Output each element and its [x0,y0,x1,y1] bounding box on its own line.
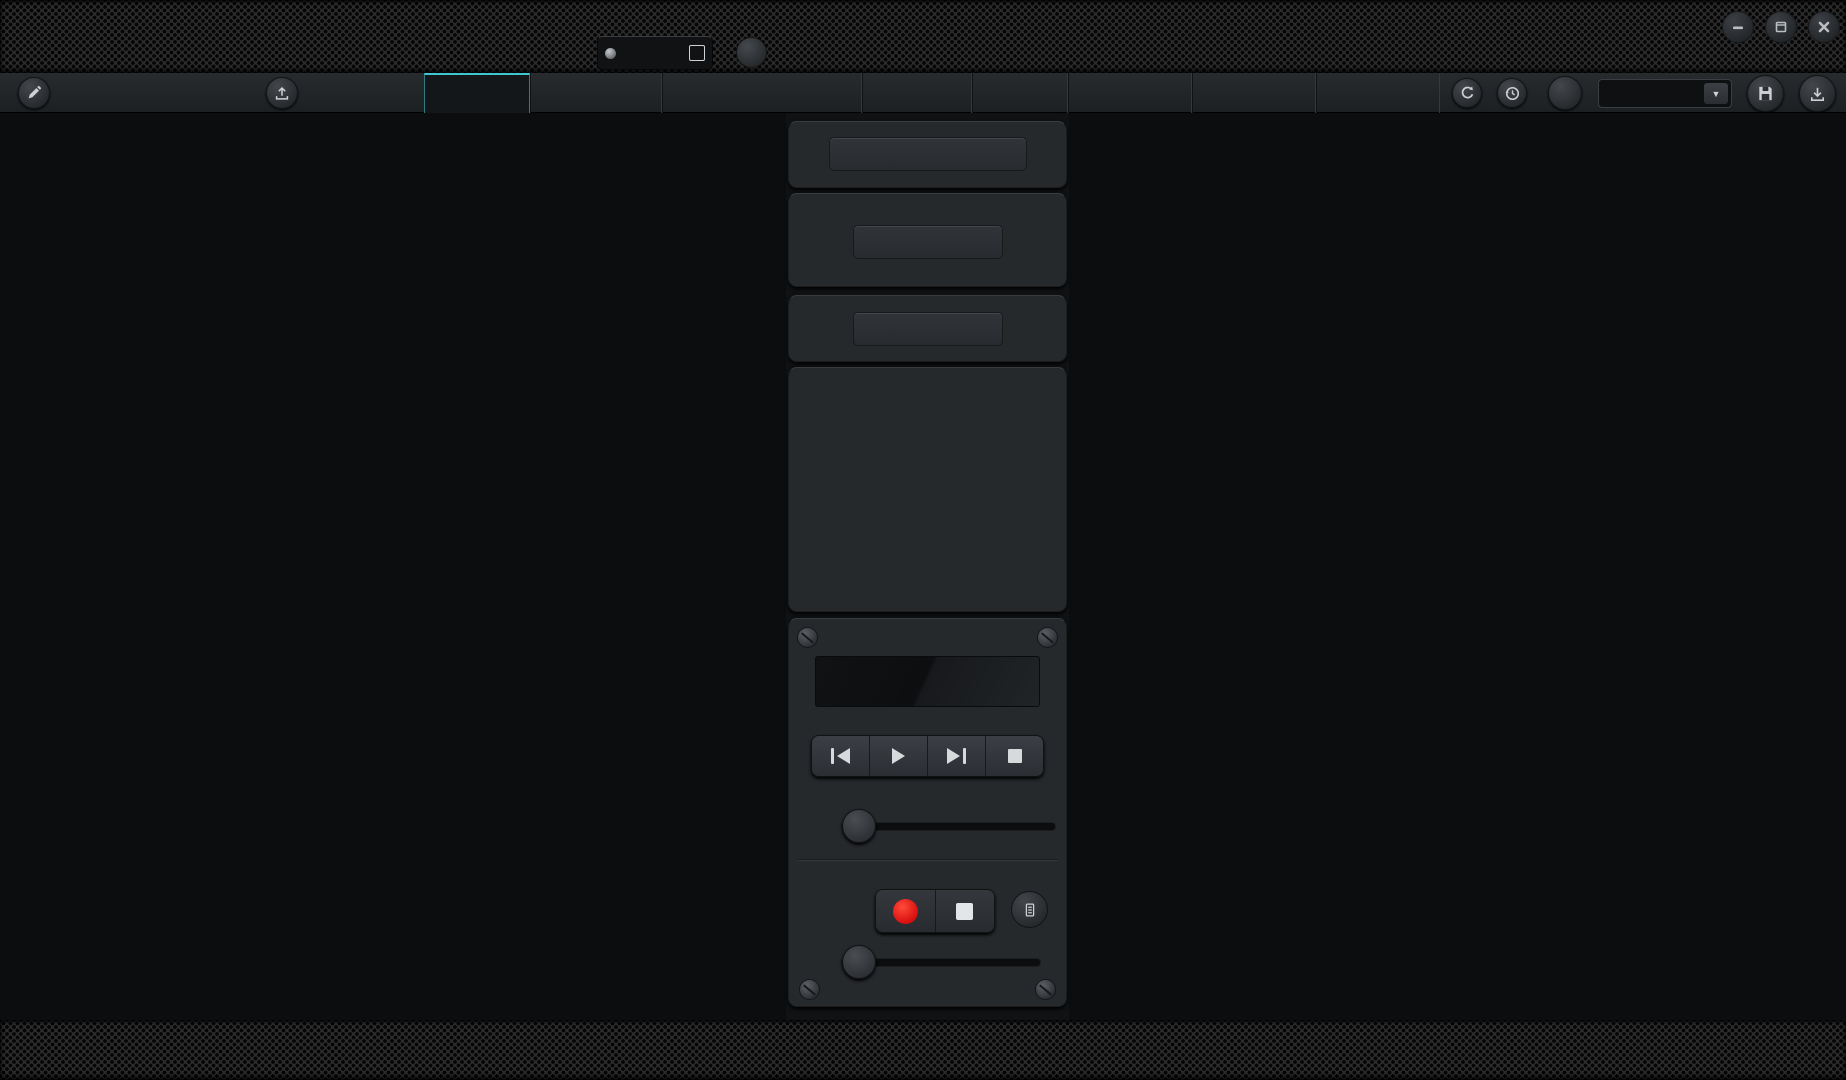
tab-home[interactable] [424,73,530,113]
tab-ans[interactable] [972,73,1068,113]
outputs-section [1073,113,1846,1020]
title-bar [0,0,1846,73]
divider [797,859,1058,860]
player-volume-knob[interactable] [842,809,876,843]
next-icon [947,748,960,764]
gain-sharing-automixer-button[interactable] [829,137,1027,171]
aec-button[interactable] [853,225,1003,259]
device-status-icon [605,48,616,59]
tab-automixer[interactable] [662,73,862,113]
recorder-volume-knob[interactable] [842,945,876,979]
file-list-icon [1021,901,1039,919]
maximize-icon [1773,19,1789,35]
screw-icon [797,627,818,648]
workspace [0,113,1846,1020]
previous-icon [831,748,834,764]
pager-bar [0,1020,1846,1080]
pencil-icon [25,84,43,102]
previous-track-button[interactable] [812,736,870,776]
close-button[interactable] [1808,11,1840,43]
device-tab-close-icon[interactable] [689,45,705,61]
recorder-volume-slider[interactable] [841,958,1041,967]
next-track-button[interactable] [928,736,986,776]
maximize-button[interactable] [1765,11,1797,43]
history-clock-icon [1504,85,1521,102]
history-button[interactable] [1497,78,1527,108]
toolbar: ▼ [0,73,1846,113]
save-preset-button[interactable] [1747,75,1784,112]
close-icon [1816,19,1832,35]
reset-icon [1459,85,1476,102]
screw-icon [1035,979,1056,1000]
screw-icon [799,979,820,1000]
reset-button[interactable] [1452,78,1482,108]
tab-inputs[interactable] [530,73,662,113]
record-stop-button[interactable] [936,890,995,932]
nav-tabs [424,73,1440,113]
upload-button[interactable] [266,77,298,109]
stop-icon [1008,749,1022,763]
tab-matrix[interactable] [1068,73,1192,113]
player-display [815,656,1040,707]
center-column [786,113,1069,1020]
recordings-list-button[interactable] [1011,891,1048,928]
record-icon [893,899,918,924]
recorder-controls [875,889,995,933]
tab-meters[interactable] [1316,73,1440,113]
matrix-panel[interactable] [788,367,1067,612]
add-device-tab-button[interactable] [736,37,767,68]
screw-icon [1037,627,1058,648]
preset-select[interactable]: ▼ [1598,79,1732,108]
chevron-down-icon[interactable]: ▼ [1704,83,1728,104]
master-volume-button[interactable] [1548,76,1582,110]
upload-icon [273,84,291,102]
play-icon [892,748,905,764]
download-icon [1808,84,1827,103]
save-floppy-icon [1756,84,1775,103]
aec-panel[interactable] [788,193,1067,287]
audio-system-window: ▼ [0,0,1846,1080]
automixer-panel[interactable] [788,121,1067,188]
recorder-volume [799,943,1056,983]
stop-icon [956,903,973,920]
minimize-button[interactable] [1722,11,1754,43]
edit-button[interactable] [18,77,50,109]
player-volume [799,807,1056,847]
ans-panel[interactable] [788,295,1067,362]
transport-controls [811,735,1044,777]
record-button[interactable] [876,890,936,932]
stop-button[interactable] [986,736,1043,776]
player-panel [788,618,1067,1007]
player-volume-slider[interactable] [841,822,1056,831]
device-tab[interactable] [597,36,713,70]
export-button[interactable] [1799,75,1836,112]
play-button[interactable] [870,736,928,776]
ans-button[interactable] [853,312,1003,346]
minimize-icon [1730,19,1746,35]
inputs-section [4,113,786,1020]
tab-aec[interactable] [862,73,972,113]
tab-outputs[interactable] [1192,73,1316,113]
